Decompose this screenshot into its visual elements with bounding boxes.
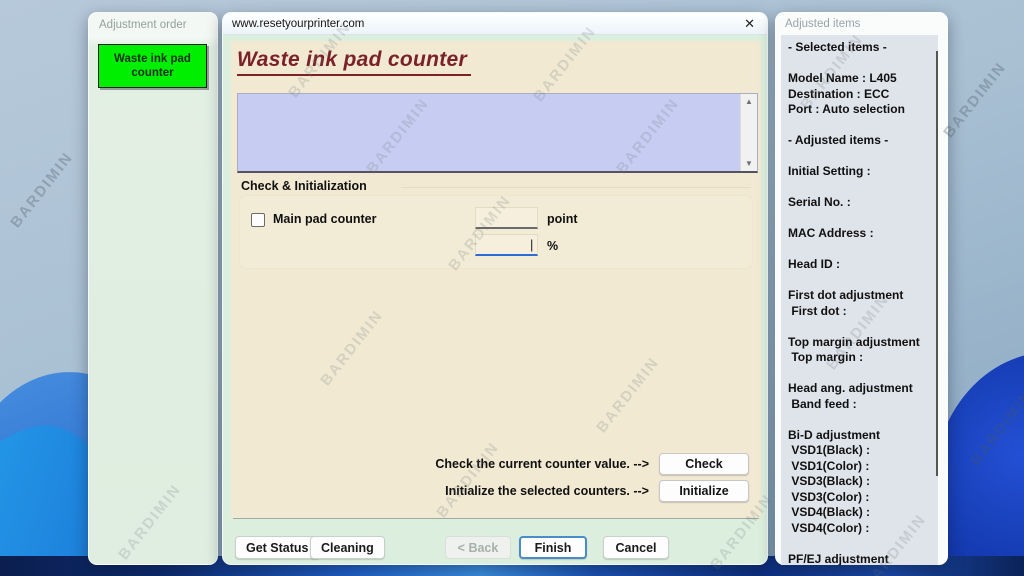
finish-button[interactable]: Finish bbox=[519, 536, 587, 559]
adjusted-items-list: - Selected items - Model Name : L405Dest… bbox=[781, 35, 938, 565]
list-item: Initial Setting : bbox=[788, 164, 938, 180]
point-unit-label: point bbox=[547, 212, 578, 226]
list-item: First dot : bbox=[788, 304, 938, 320]
list-item: Serial No. : bbox=[788, 195, 938, 211]
adjusted-items-scrollbar[interactable] bbox=[936, 51, 938, 476]
dialog-body: Waste ink pad counter ▲ ▼ Check & Initia… bbox=[231, 41, 761, 518]
get-status-button[interactable]: Get Status bbox=[235, 536, 320, 559]
list-item: - Adjusted items - bbox=[788, 133, 938, 149]
list-item: VSD1(Black) : bbox=[788, 443, 938, 459]
text-caret: | bbox=[530, 237, 533, 252]
adjustment-order-panel: Adjustment order Waste ink pad counter bbox=[88, 12, 218, 565]
percent-value-input[interactable] bbox=[475, 234, 538, 256]
page-title: Waste ink pad counter bbox=[237, 48, 471, 76]
list-item: MAC Address : bbox=[788, 226, 938, 242]
main-pad-counter-label: Main pad counter bbox=[273, 212, 376, 226]
footer-divider bbox=[233, 518, 759, 519]
list-item: PF/EJ adjustment bbox=[788, 552, 938, 566]
waste-ink-dialog: www.resetyourprinter.com ✕ Waste ink pad… bbox=[222, 12, 768, 565]
main-pad-counter-checkbox[interactable] bbox=[251, 213, 265, 227]
list-item: Head ang. adjustment bbox=[788, 381, 938, 397]
list-item: Model Name : L405 bbox=[788, 71, 938, 87]
group-rule bbox=[401, 187, 751, 188]
percent-unit-label: % bbox=[547, 239, 558, 253]
list-item bbox=[788, 180, 938, 196]
initialize-button[interactable]: Initialize bbox=[659, 480, 749, 502]
list-item: VSD4(Color) : bbox=[788, 521, 938, 537]
message-scrollbar[interactable]: ▲ ▼ bbox=[740, 94, 757, 171]
list-item: First dot adjustment bbox=[788, 288, 938, 304]
list-item bbox=[788, 273, 938, 289]
list-item: Destination : ECC bbox=[788, 87, 938, 103]
list-item bbox=[788, 56, 938, 72]
list-item: VSD1(Color) : bbox=[788, 459, 938, 475]
adjusted-items-title: Adjusted items bbox=[776, 13, 947, 30]
list-item bbox=[788, 536, 938, 552]
waste-ink-pad-counter-item[interactable]: Waste ink pad counter bbox=[98, 44, 207, 88]
scroll-up-icon[interactable]: ▲ bbox=[745, 94, 753, 109]
dialog-titlebar: www.resetyourprinter.com ✕ bbox=[223, 13, 767, 35]
message-textbox[interactable]: ▲ ▼ bbox=[237, 93, 758, 173]
dialog-title: www.resetyourprinter.com bbox=[232, 18, 741, 30]
initialize-instruction-label: Initialize the selected counters. --> bbox=[249, 484, 649, 498]
cancel-button[interactable]: Cancel bbox=[603, 536, 669, 559]
check-button[interactable]: Check bbox=[659, 453, 749, 475]
list-item bbox=[788, 412, 938, 428]
list-item: - Selected items - bbox=[788, 40, 938, 56]
scroll-down-icon[interactable]: ▼ bbox=[745, 156, 753, 171]
list-item: VSD3(Color) : bbox=[788, 490, 938, 506]
list-item: Head ID : bbox=[788, 257, 938, 273]
list-item: Port : Auto selection bbox=[788, 102, 938, 118]
list-item bbox=[788, 118, 938, 134]
cleaning-button[interactable]: Cleaning bbox=[310, 536, 385, 559]
list-item bbox=[788, 211, 938, 227]
back-button[interactable]: < Back bbox=[445, 536, 511, 559]
list-item bbox=[788, 366, 938, 382]
list-item: Top margin : bbox=[788, 350, 938, 366]
list-item bbox=[788, 242, 938, 258]
adjusted-items-panel: Adjusted items - Selected items - Model … bbox=[775, 12, 948, 565]
list-item: Top margin adjustment bbox=[788, 335, 938, 351]
list-item: VSD3(Black) : bbox=[788, 474, 938, 490]
adjustment-order-title: Adjustment order bbox=[89, 13, 217, 31]
list-item bbox=[788, 319, 938, 335]
list-item bbox=[788, 149, 938, 165]
point-value-input[interactable] bbox=[475, 207, 538, 229]
list-item: Bi-D adjustment bbox=[788, 428, 938, 444]
close-icon[interactable]: ✕ bbox=[741, 16, 758, 31]
check-initialization-label: Check & Initialization bbox=[241, 179, 367, 193]
list-item: VSD4(Black) : bbox=[788, 505, 938, 521]
check-instruction-label: Check the current counter value. --> bbox=[249, 457, 649, 471]
list-item: Band feed : bbox=[788, 397, 938, 413]
